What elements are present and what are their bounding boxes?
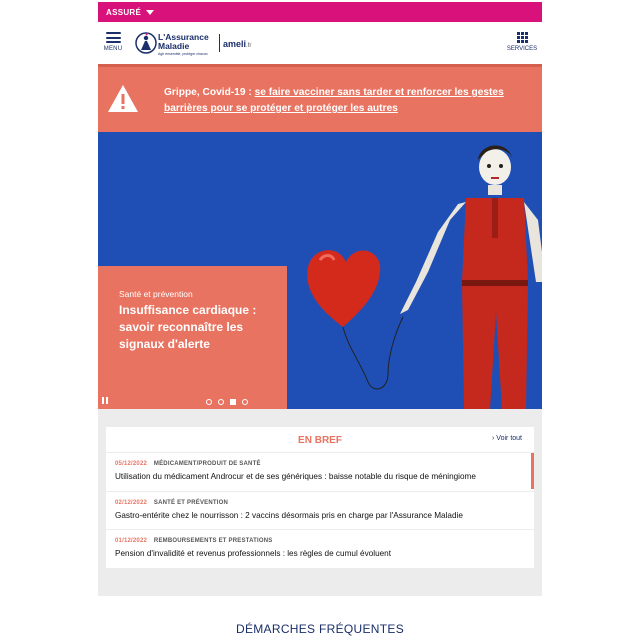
alert-text: Grippe, Covid-19 : se faire vacciner san… — [164, 85, 540, 117]
carousel-dot[interactable] — [206, 399, 212, 405]
logo-tagline: Agir ensemble, protéger chacun — [158, 52, 208, 56]
user-type-bar[interactable]: ASSURÉ — [98, 2, 542, 22]
en-bref-panel: EN BREF › Voir tout 05/12/2022 MÉDICAMEN… — [106, 427, 534, 569]
news-category: REMBOURSEMENTS ET PRESTATIONS — [153, 538, 273, 544]
news-date: 05/12/2022 — [115, 461, 148, 467]
assurance-maladie-logo[interactable]: L'Assurance Maladie Agir ensemble, proté… — [134, 31, 264, 57]
page: ASSURÉ MENU L'Assurance Maladie Agir ens… — [98, 0, 542, 640]
site-name-text: ameli — [223, 39, 247, 49]
news-meta: 01/12/2022 REMBOURSEMENTS ET PRESTATIONS — [115, 538, 273, 544]
hamburger-icon[interactable] — [105, 32, 121, 43]
site-tld: .fr — [246, 43, 252, 49]
news-item[interactable]: 01/12/2022 REMBOURSEMENTS ET PRESTATIONS… — [106, 530, 534, 569]
logo-line2: Maladie — [158, 41, 190, 51]
news-category: SANTÉ ET PRÉVENTION — [153, 499, 229, 506]
heart-balloon-icon — [307, 250, 404, 390]
hero-title[interactable]: Insuffisance cardiaque : savoir reconnaî… — [119, 302, 279, 353]
chevron-down-icon[interactable] — [146, 9, 155, 15]
mime-figure-icon — [400, 145, 542, 409]
news-headline[interactable]: Gastro-entérite chez le nourrisson : 2 v… — [115, 511, 463, 520]
services-button[interactable]: SERVICES — [506, 32, 538, 56]
hero-card[interactable]: Santé et prévention Insuffisance cardiaq… — [98, 266, 287, 409]
news-item[interactable]: 05/12/2022 MÉDICAMENT/PRODUIT DE SANTÉ U… — [106, 453, 534, 492]
health-alert-banner: Grippe, Covid-19 : se faire vacciner san… — [98, 64, 542, 132]
services-label[interactable]: SERVICES — [507, 46, 537, 52]
hero-carousel[interactable]: Santé et prévention Insuffisance cardiaq… — [98, 132, 542, 409]
site-name: ameli.fr — [223, 39, 251, 49]
news-headline[interactable]: Utilisation du médicament Androcur et de… — [115, 472, 476, 481]
news-meta: 02/12/2022 SANTÉ ET PRÉVENTION — [115, 500, 228, 506]
en-bref-section: EN BREF › Voir tout 05/12/2022 MÉDICAMEN… — [98, 409, 542, 596]
demarches-title: DÉMARCHES FRÉQUENTES — [235, 622, 405, 636]
carousel-dots — [206, 399, 248, 405]
news-item[interactable]: 02/12/2022 SANTÉ ET PRÉVENTION Gastro-en… — [106, 492, 534, 530]
news-headline[interactable]: Pension d'invalidité et revenus professi… — [115, 549, 391, 558]
news-meta: 05/12/2022 MÉDICAMENT/PRODUIT DE SANTÉ — [115, 461, 261, 467]
carousel-dot[interactable] — [242, 399, 248, 405]
pause-icon[interactable] — [102, 397, 108, 404]
carousel-dot[interactable] — [218, 399, 224, 405]
news-date: 01/12/2022 — [115, 538, 148, 544]
menu-button[interactable]: MENU — [102, 32, 124, 56]
logo-emblem-icon — [135, 32, 157, 54]
user-type-label[interactable]: ASSURÉ — [106, 8, 141, 17]
grid-icon[interactable] — [516, 32, 528, 43]
see-all-link[interactable]: › Voir tout — [492, 435, 522, 442]
logo-separator — [219, 34, 220, 52]
warning-icon — [108, 85, 138, 112]
hero-kicker: Santé et prévention — [119, 289, 193, 299]
news-category: MÉDICAMENT/PRODUIT DE SANTÉ — [153, 461, 261, 467]
carousel-dot-active[interactable] — [230, 399, 236, 405]
en-bref-header: EN BREF › Voir tout — [106, 427, 534, 453]
alert-prefix: Grippe, Covid-19 : — [164, 87, 255, 98]
site-header: MENU L'Assurance Maladie Agir ensemble, … — [98, 22, 542, 65]
menu-label[interactable]: MENU — [104, 46, 122, 52]
news-date: 02/12/2022 — [115, 499, 148, 506]
en-bref-title: EN BREF — [298, 435, 342, 446]
